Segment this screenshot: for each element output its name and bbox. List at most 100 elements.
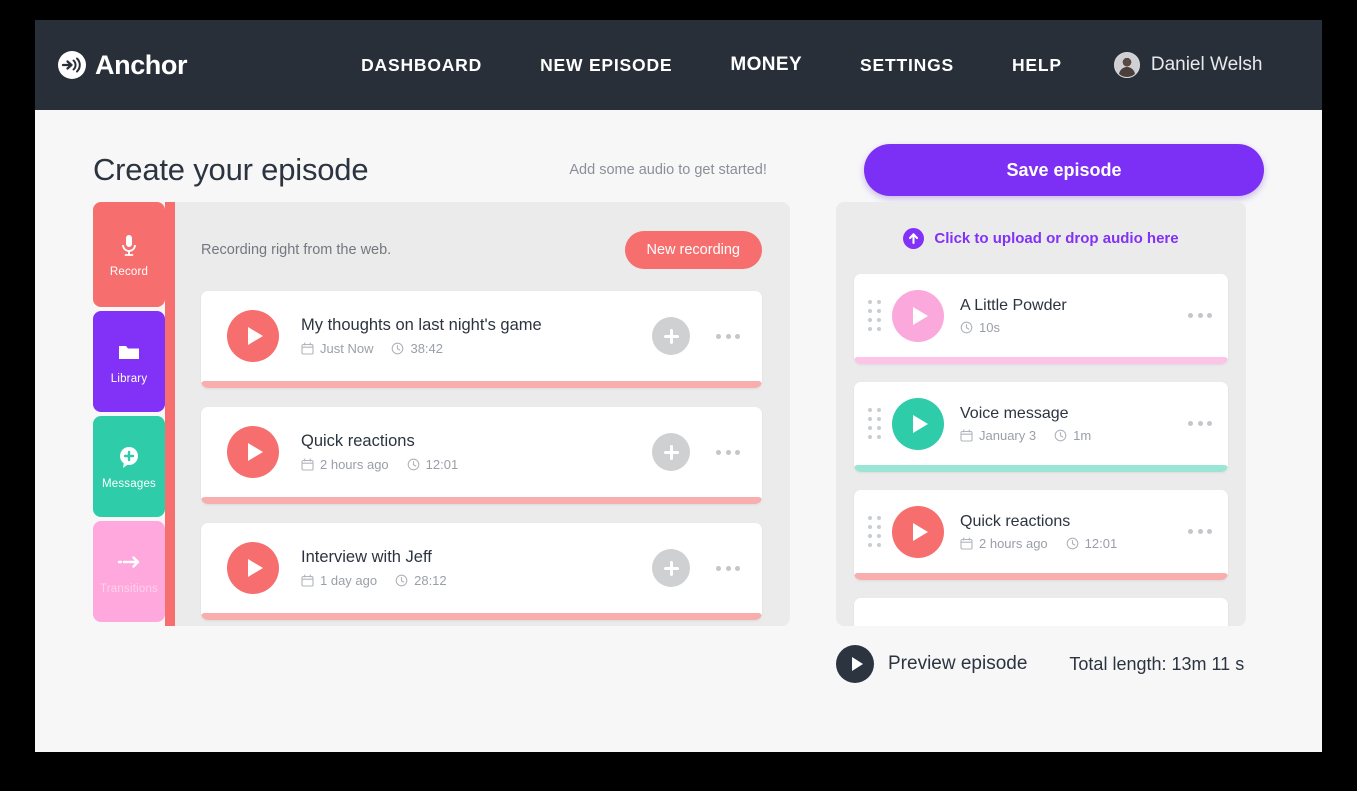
- nav-item-dashboard[interactable]: DASHBOARD: [332, 55, 511, 76]
- episode-item-title: A Little Powder: [960, 296, 1067, 314]
- upload-audio-button[interactable]: Click to upload or drop audio here: [854, 202, 1228, 274]
- preview-episode-label: Preview episode: [888, 653, 1028, 674]
- waveform-bar: [201, 497, 762, 504]
- play-icon: [913, 414, 928, 433]
- play-icon: [248, 327, 263, 345]
- microphone-icon: [115, 231, 143, 259]
- sidebar-item-messages[interactable]: Messages: [93, 416, 165, 517]
- more-options-button[interactable]: [1188, 529, 1212, 534]
- plus-icon: [663, 444, 679, 460]
- more-options-button[interactable]: [1188, 313, 1212, 318]
- content-columns: Record Library Messages Transitions Reco…: [93, 202, 1264, 683]
- play-button[interactable]: [892, 289, 944, 342]
- episode-item[interactable]: Voice message January 3 1m: [854, 382, 1228, 472]
- sidebar-item-record[interactable]: Record: [93, 202, 165, 307]
- brand-logo[interactable]: Anchor: [57, 49, 188, 81]
- episode-item[interactable]: [854, 598, 1228, 626]
- calendar-icon: [301, 458, 314, 471]
- play-button[interactable]: [892, 505, 944, 558]
- user-name: Daniel Welsh: [1150, 54, 1263, 75]
- episode-item-date: 2 hours ago: [979, 535, 1048, 551]
- episode-item-title: Voice message: [960, 404, 1069, 422]
- drag-handle-icon[interactable]: [868, 407, 882, 440]
- recording-date: 2 hours ago: [320, 457, 389, 472]
- play-icon: [248, 559, 263, 577]
- recording-meta: 1 day ago 28:12: [301, 573, 652, 588]
- more-options-button[interactable]: [716, 565, 740, 571]
- brand-name: Anchor: [95, 49, 188, 80]
- episode-item[interactable]: A Little Powder 10s: [854, 274, 1228, 364]
- sidebar-item-library[interactable]: Library: [93, 311, 165, 412]
- play-button[interactable]: [227, 542, 279, 594]
- plus-icon: [663, 560, 679, 576]
- add-to-episode-button[interactable]: [652, 433, 690, 471]
- recording-date: 1 day ago: [320, 573, 378, 588]
- clock-icon: [395, 574, 408, 587]
- recording-card[interactable]: Quick reactions 2 hours ago 12:01: [201, 407, 762, 504]
- episode-item[interactable]: Quick reactions 2 hours ago 12:01: [854, 490, 1228, 580]
- recording-duration: 12:01: [425, 457, 459, 472]
- page-title: Create your episode: [93, 152, 369, 187]
- page-header-row: Create your episode Add some audio to ge…: [93, 110, 1264, 202]
- recordings-hint: Recording right from the web.: [201, 242, 392, 258]
- more-options-button[interactable]: [716, 333, 740, 339]
- nav-item-help[interactable]: HELP: [983, 55, 1091, 76]
- nav-item-settings[interactable]: SETTINGS: [831, 55, 983, 76]
- recording-card[interactable]: Interview with Jeff 1 day ago 28:12: [201, 523, 762, 620]
- episode-item-title: Quick reactions: [960, 512, 1071, 530]
- sidebar-item-label: Transitions: [99, 583, 158, 595]
- recording-duration: 28:12: [414, 573, 447, 588]
- recording-duration: 38:42: [410, 341, 444, 356]
- sidebar-item-label: Library: [110, 373, 148, 385]
- more-options-button[interactable]: [1188, 421, 1212, 426]
- sidebar-item-label: Record: [109, 266, 149, 278]
- play-icon: [913, 522, 928, 541]
- clock-icon: [960, 321, 973, 334]
- sidebar-item-transitions[interactable]: Transitions: [93, 521, 165, 622]
- play-button[interactable]: [892, 397, 944, 450]
- page-subtitle: Add some audio to get started!: [569, 162, 767, 178]
- episode-section: Click to upload or drop audio here A Lit…: [836, 202, 1246, 683]
- episode-item-meta: 10s: [960, 320, 1162, 335]
- new-recording-button[interactable]: New recording: [624, 231, 762, 269]
- add-to-episode-button[interactable]: [652, 549, 690, 587]
- play-button[interactable]: [227, 426, 279, 478]
- sidebar-item-label: Messages: [101, 478, 156, 490]
- clock-icon: [1066, 537, 1079, 550]
- user-menu[interactable]: Daniel Welsh: [1113, 52, 1263, 78]
- waveform-bar: [201, 381, 762, 388]
- add-to-episode-button[interactable]: [652, 317, 690, 355]
- save-episode-button[interactable]: Save episode: [864, 144, 1264, 196]
- calendar-icon: [960, 536, 973, 550]
- episode-dropzone-panel[interactable]: Click to upload or drop audio here A Lit…: [836, 202, 1246, 626]
- recordings-panel: Recording right from the web. New record…: [165, 202, 790, 626]
- episode-item-duration: 1m: [1073, 427, 1092, 443]
- recording-section: Record Library Messages Transitions Reco…: [93, 202, 790, 683]
- waveform-bar: [201, 613, 762, 620]
- main-nav: DASHBOARD NEW EPISODE MONEY SETTINGS HEL…: [332, 54, 1091, 76]
- episode-footer: Preview episode Total length: 13m 11 s: [836, 645, 1246, 683]
- more-options-button[interactable]: [716, 449, 740, 455]
- drag-handle-icon[interactable]: [868, 299, 882, 332]
- total-length-label: Total length: 13m 11 s: [1069, 653, 1245, 674]
- nav-item-money[interactable]: MONEY: [701, 54, 831, 76]
- waveform-bar: [854, 573, 1228, 580]
- calendar-icon: [301, 574, 314, 587]
- active-tab-connector: [165, 202, 175, 626]
- message-plus-icon: [115, 443, 143, 471]
- calendar-icon: [960, 428, 973, 442]
- folder-icon: [115, 338, 143, 366]
- recording-meta: 2 hours ago 12:01: [301, 457, 652, 472]
- drag-handle-icon[interactable]: [868, 515, 882, 548]
- recording-card[interactable]: My thoughts on last night's game Just No…: [201, 291, 762, 388]
- preview-episode-button[interactable]: Preview episode: [836, 645, 1027, 683]
- recording-date: Just Now: [320, 341, 374, 356]
- app-window: Anchor DASHBOARD NEW EPISODE MONEY SETTI…: [35, 20, 1322, 752]
- top-navigation-bar: Anchor DASHBOARD NEW EPISODE MONEY SETTI…: [35, 20, 1322, 110]
- source-tab-rail: Record Library Messages Transitions: [93, 202, 175, 683]
- play-button[interactable]: [227, 310, 279, 362]
- plus-icon: [663, 328, 679, 344]
- recording-title: My thoughts on last night's game: [301, 316, 542, 334]
- episode-item-duration: 10s: [979, 319, 1000, 335]
- nav-item-new-episode[interactable]: NEW EPISODE: [511, 55, 701, 76]
